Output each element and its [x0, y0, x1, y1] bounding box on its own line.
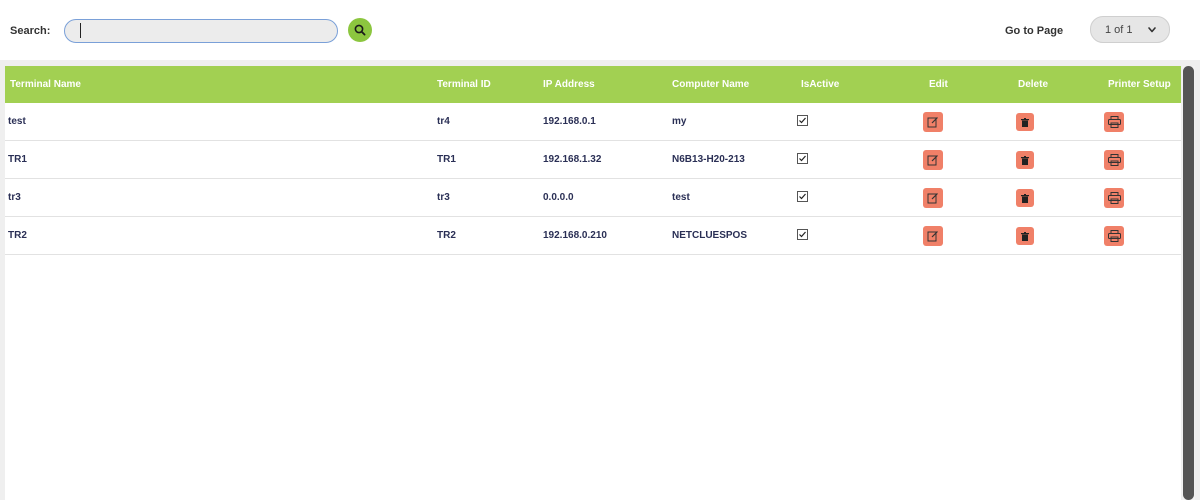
cell-terminal-name: TR1: [8, 154, 27, 165]
scrollbar-thumb[interactable]: [1183, 66, 1194, 500]
cell-terminal-id: tr4: [437, 116, 450, 127]
edit-icon: [927, 231, 938, 242]
cell-ip-address: 192.168.0.210: [543, 230, 607, 241]
cell-terminal-name: tr3: [8, 192, 21, 203]
table-row[interactable]: TR1 TR1 192.168.1.32 N6B13-H20-213: [5, 141, 1181, 179]
delete-button[interactable]: [1016, 113, 1034, 131]
table-row[interactable]: test tr4 192.168.0.1 my: [5, 103, 1181, 141]
trash-icon: [1021, 155, 1029, 165]
trash-icon: [1021, 193, 1029, 203]
vertical-scrollbar[interactable]: [1182, 66, 1195, 500]
goto-page-label: Go to Page: [1005, 25, 1064, 37]
cell-terminal-name: TR2: [8, 230, 27, 241]
cell-terminal-id: TR1: [437, 154, 456, 165]
column-header-isactive[interactable]: IsActive: [801, 79, 839, 90]
printer-setup-button[interactable]: [1104, 112, 1124, 132]
checkbox-checked-icon: [797, 191, 808, 202]
table-row[interactable]: tr3 tr3 0.0.0.0 test: [5, 179, 1181, 217]
checkbox-checked-icon: [797, 229, 808, 240]
edit-icon: [927, 117, 938, 128]
printer-setup-button[interactable]: [1104, 226, 1124, 246]
printer-setup-button[interactable]: [1104, 150, 1124, 170]
toolbar: Search: Go to Page 1 of 1: [0, 0, 1200, 60]
edit-button[interactable]: [923, 188, 943, 208]
trash-icon: [1021, 231, 1029, 241]
cell-computer-name: N6B13-H20-213: [672, 154, 745, 165]
cell-ip-address: 192.168.0.1: [543, 116, 596, 127]
page-select[interactable]: 1 of 1: [1090, 16, 1170, 43]
column-header-printer-setup: Printer Setup: [1108, 79, 1171, 90]
edit-icon: [927, 155, 938, 166]
cell-computer-name: my: [672, 116, 687, 127]
table-header: Terminal Name Terminal ID IP Address Com…: [5, 66, 1181, 103]
edit-icon: [927, 193, 938, 204]
search-label: Search:: [10, 25, 51, 37]
printer-icon: [1107, 154, 1121, 166]
page-select-value: 1 of 1: [1105, 23, 1133, 36]
printer-icon: [1107, 230, 1121, 242]
column-header-edit: Edit: [929, 79, 948, 90]
column-header-terminal-id[interactable]: Terminal ID: [437, 79, 491, 90]
delete-button[interactable]: [1016, 227, 1034, 245]
edit-button[interactable]: [923, 150, 943, 170]
checkbox-checked-icon: [797, 153, 808, 164]
column-header-delete: Delete: [1018, 79, 1049, 90]
cell-ip-address: 0.0.0.0: [543, 192, 574, 203]
cell-computer-name: NETCLUESPOS: [672, 230, 748, 241]
trash-icon: [1021, 117, 1029, 127]
checkbox-checked-icon: [797, 115, 808, 126]
cell-terminal-id: tr3: [437, 192, 450, 203]
edit-button[interactable]: [923, 112, 943, 132]
delete-button[interactable]: [1016, 189, 1034, 207]
column-header-ip-address[interactable]: IP Address: [543, 79, 595, 90]
printer-icon: [1107, 192, 1121, 204]
cell-computer-name: test: [672, 192, 690, 203]
printer-icon: [1107, 116, 1121, 128]
edit-button[interactable]: [923, 226, 943, 246]
terminal-grid: Terminal Name Terminal ID IP Address Com…: [5, 66, 1181, 500]
search-icon: [354, 24, 366, 36]
column-header-terminal-name[interactable]: Terminal Name: [10, 79, 81, 90]
table-row[interactable]: TR2 TR2 192.168.0.210 NETCLUESPOS: [5, 217, 1181, 255]
delete-button[interactable]: [1016, 151, 1034, 169]
cell-terminal-name: test: [8, 116, 26, 127]
cell-ip-address: 192.168.1.32: [543, 154, 602, 165]
text-caret: [80, 23, 81, 38]
column-header-computer-name[interactable]: Computer Name: [672, 79, 749, 90]
printer-setup-button[interactable]: [1104, 188, 1124, 208]
chevron-down-icon: [1148, 27, 1156, 33]
search-input[interactable]: [64, 19, 338, 43]
search-button[interactable]: [348, 18, 372, 42]
cell-terminal-id: TR2: [437, 230, 456, 241]
